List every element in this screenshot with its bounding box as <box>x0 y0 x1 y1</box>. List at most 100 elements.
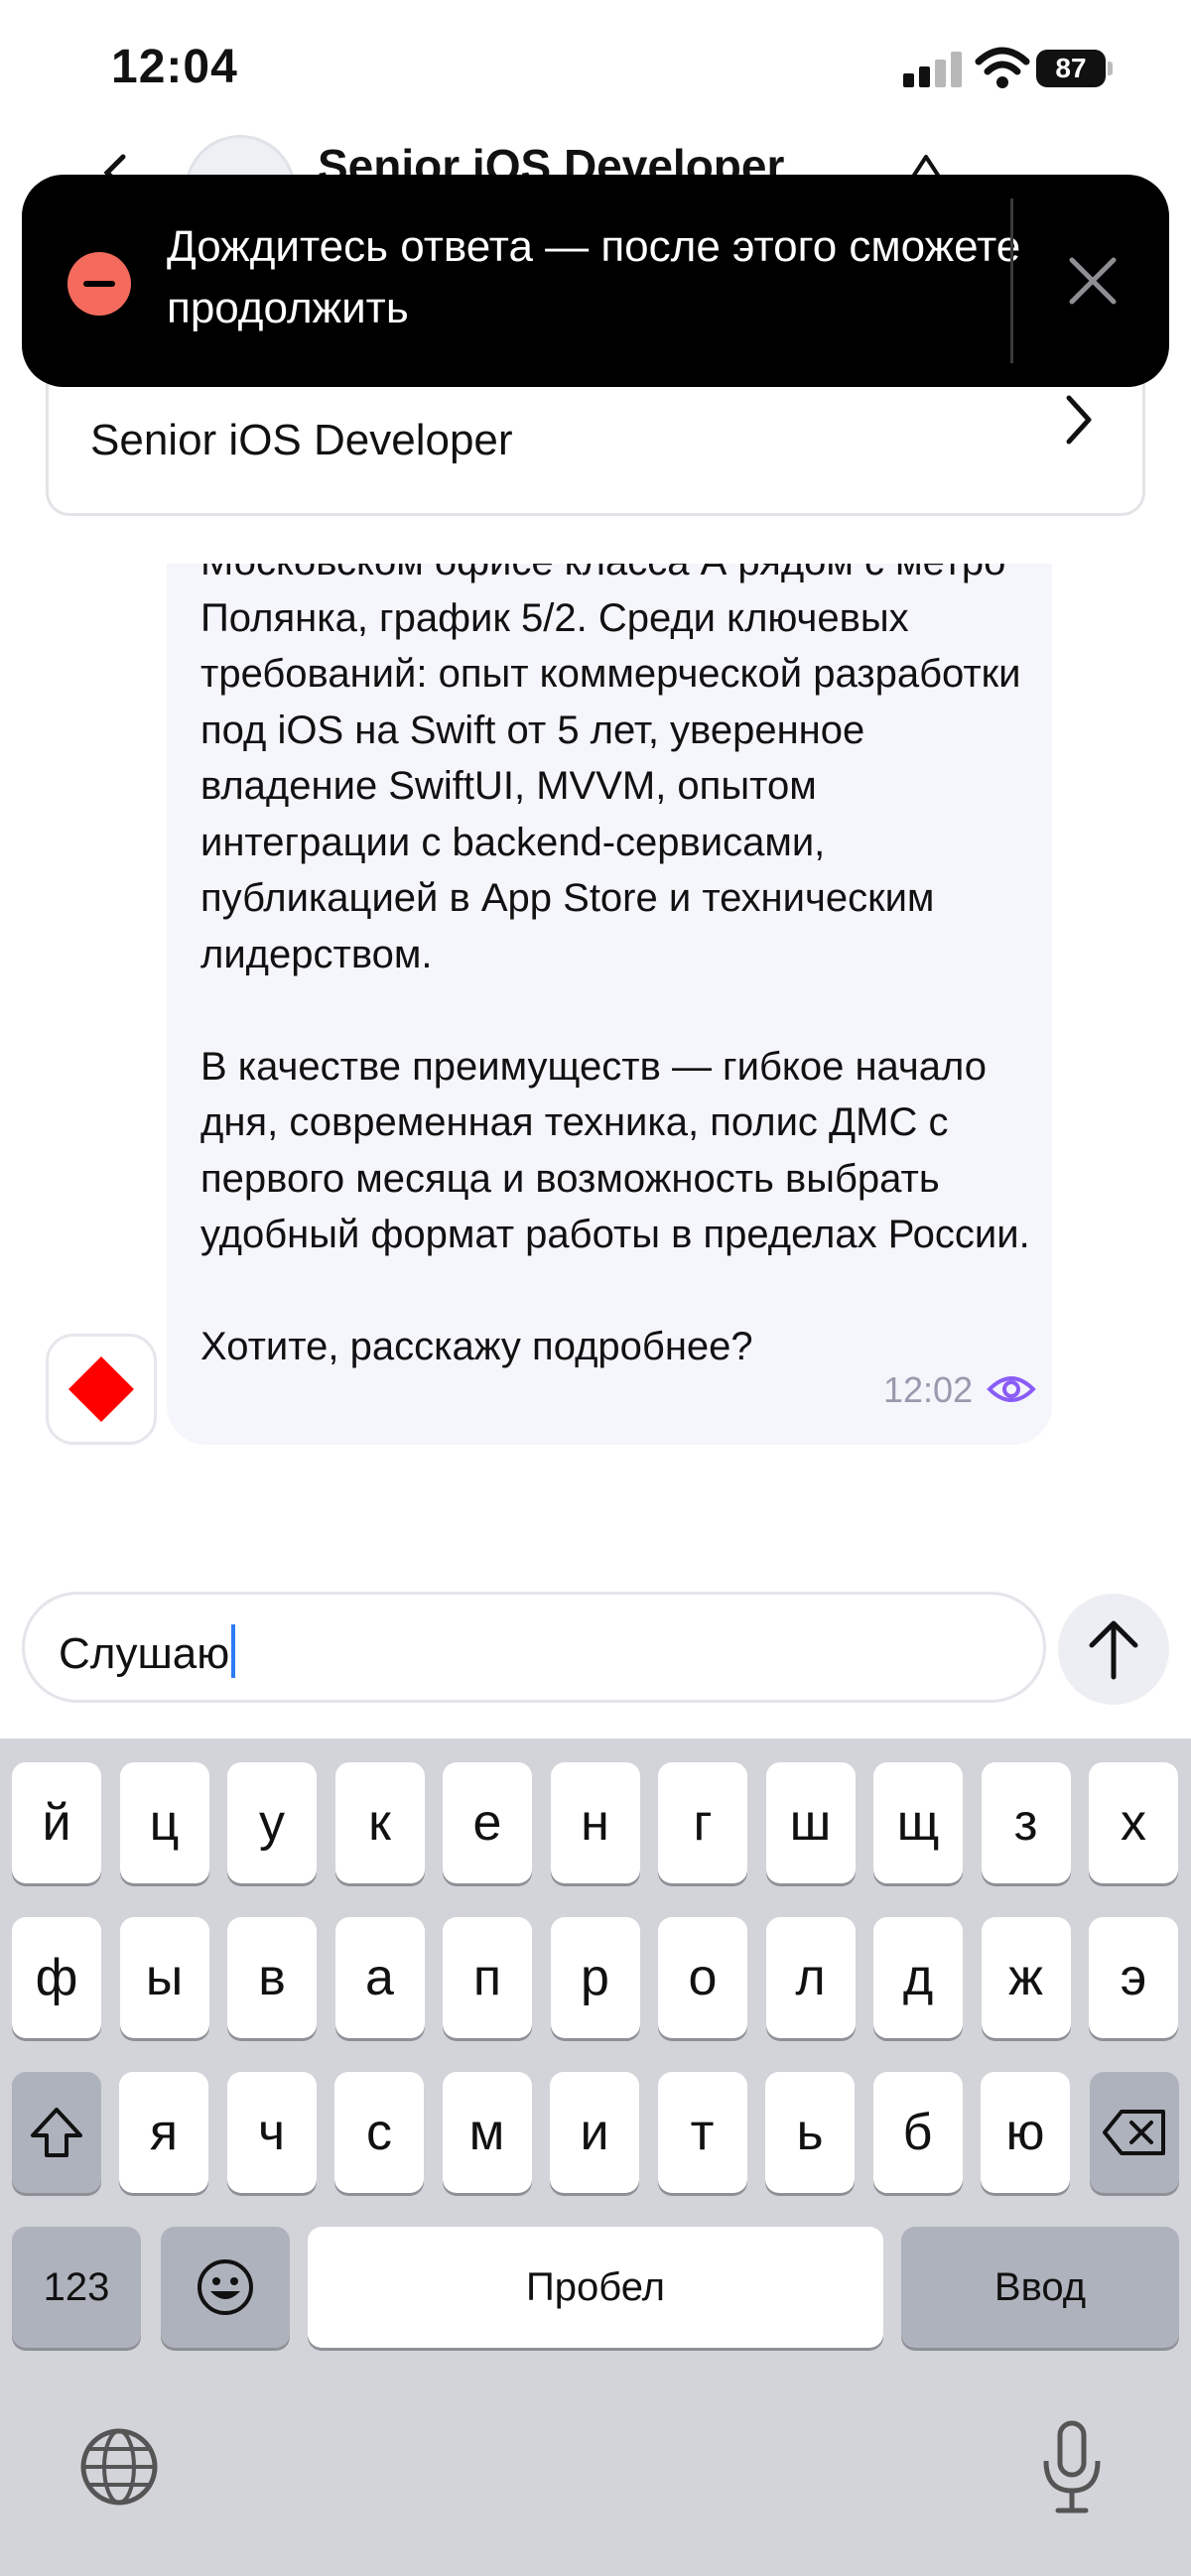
key-label: г <box>693 1794 713 1852</box>
key-б[interactable]: б <box>872 2072 963 2193</box>
key-х[interactable]: х <box>1089 1762 1178 1883</box>
status-time: 12:04 <box>111 41 238 93</box>
key-е[interactable]: е <box>443 1762 532 1883</box>
key-д[interactable]: д <box>873 1917 963 2038</box>
key-щ[interactable]: щ <box>873 1762 963 1883</box>
key-э[interactable]: э <box>1089 1917 1178 2038</box>
key-label: х <box>1121 1794 1146 1852</box>
error-icon <box>67 252 131 316</box>
key-label: ю <box>1005 2104 1045 2161</box>
key-label: я <box>149 2104 179 2161</box>
key-й[interactable]: й <box>12 1762 101 1883</box>
key-о[interactable]: о <box>658 1917 747 2038</box>
key-label: о <box>688 1949 718 2006</box>
space-key-label: Пробел <box>526 2265 665 2309</box>
key-и[interactable]: и <box>550 2072 639 2193</box>
toast-divider <box>1010 198 1013 363</box>
key-label: ш <box>789 1794 832 1852</box>
key-label: ф <box>35 1949 78 2006</box>
vacancy-title: Senior iOS Developer <box>90 416 513 464</box>
chevron-right-icon <box>1066 395 1092 445</box>
message-time: 12:02 <box>883 1369 974 1410</box>
key-з[interactable]: з <box>981 1762 1071 1883</box>
key-label: е <box>472 1794 502 1852</box>
key-label: п <box>472 1949 502 2006</box>
key-ц[interactable]: ц <box>119 1762 209 1883</box>
key-ю[interactable]: ю <box>981 2072 1070 2193</box>
key-у[interactable]: у <box>227 1762 317 1883</box>
key-л[interactable]: л <box>765 1917 856 2038</box>
key-ч[interactable]: ч <box>226 2072 317 2193</box>
key-к[interactable]: к <box>334 1762 425 1883</box>
space-key[interactable]: Пробел <box>308 2227 883 2348</box>
key-label: л <box>795 1949 826 2006</box>
key-label: ь <box>796 2104 824 2161</box>
key-я[interactable]: я <box>119 2072 208 2193</box>
delete-key[interactable] <box>1090 2072 1179 2193</box>
key-label: ж <box>1008 1949 1043 2006</box>
return-key-label: Ввод <box>993 2265 1087 2309</box>
key-label: б <box>902 2104 933 2161</box>
wifi-icon <box>975 47 1030 88</box>
bot-message-bubble: Московском офисе класса А рядом с метро … <box>167 564 1052 1445</box>
send-button[interactable] <box>1058 1594 1169 1705</box>
key-label: р <box>581 1949 609 2006</box>
key-label: у <box>259 1794 285 1852</box>
emoji-icon <box>198 2259 253 2315</box>
key-label: м <box>468 2104 505 2161</box>
cellular-signal-icon <box>903 52 962 87</box>
battery-indicator: 87 <box>1036 50 1113 87</box>
key-label: и <box>580 2104 609 2161</box>
shift-icon <box>31 2108 82 2157</box>
key-ж[interactable]: ж <box>981 1917 1071 2038</box>
arrow-up-icon <box>1089 1620 1138 1680</box>
key-label: ы <box>145 1949 184 2006</box>
toast-notification: Дождитесь ответа — после этого сможете п… <box>22 175 1169 387</box>
backspace-icon <box>1103 2110 1165 2155</box>
key-ф[interactable]: ф <box>12 1917 101 2038</box>
return-key[interactable]: Ввод <box>901 2227 1179 2348</box>
key-label: с <box>366 2104 392 2161</box>
message-input[interactable]: Слушаю <box>22 1592 1046 1703</box>
key-п[interactable]: п <box>443 1917 532 2038</box>
key-label: ц <box>149 1794 180 1852</box>
numbers-key[interactable]: 123 <box>12 2227 141 2348</box>
key-label: т <box>690 2104 715 2161</box>
key-н[interactable]: н <box>550 1762 640 1883</box>
key-label: в <box>258 1949 286 2006</box>
globe-icon[interactable] <box>75 2423 163 2511</box>
emoji-key[interactable] <box>161 2227 290 2348</box>
battery-tip <box>1108 62 1113 75</box>
toast-message: Дождитесь ответа — после этого сможете п… <box>167 222 1021 332</box>
key-label: а <box>365 1949 394 2006</box>
key-ш[interactable]: ш <box>765 1762 856 1883</box>
key-label: к <box>368 1794 391 1852</box>
status-bar: 12:04 87 <box>0 0 1191 139</box>
shift-key[interactable] <box>12 2072 101 2193</box>
message-input-value: Слушаю <box>59 1624 236 1679</box>
key-м[interactable]: м <box>442 2072 532 2193</box>
key-а[interactable]: а <box>334 1917 425 2038</box>
key-label: э <box>1120 1949 1147 2006</box>
key-label: з <box>1013 1794 1038 1852</box>
key-label: н <box>581 1794 609 1852</box>
key-label: й <box>42 1794 71 1852</box>
key-р[interactable]: р <box>550 1917 640 2038</box>
message-text: Московском офисе класса А рядом с метро … <box>200 564 1030 1368</box>
key-ы[interactable]: ы <box>119 1917 209 2038</box>
key-label: щ <box>896 1794 940 1852</box>
battery-level: 87 <box>1036 50 1106 87</box>
close-icon[interactable] <box>1058 246 1127 316</box>
key-г[interactable]: г <box>658 1762 747 1883</box>
keyboard: й ц у к е н г ш щ з х ф ы в а п р о л д ж э я ч с м и т ь б ю 123 Пр… <box>0 1739 1191 2576</box>
text-caret <box>231 1624 236 1678</box>
key-ь[interactable]: ь <box>765 2072 855 2193</box>
key-в[interactable]: в <box>227 1917 317 2038</box>
numbers-key-label: 123 <box>43 2265 110 2309</box>
bot-avatar <box>46 1334 157 1445</box>
diamond-logo-icon <box>68 1356 134 1422</box>
microphone-icon[interactable] <box>1036 2417 1108 2516</box>
key-т[interactable]: т <box>657 2072 747 2193</box>
key-с[interactable]: с <box>334 2072 424 2193</box>
key-label: ч <box>257 2104 286 2161</box>
